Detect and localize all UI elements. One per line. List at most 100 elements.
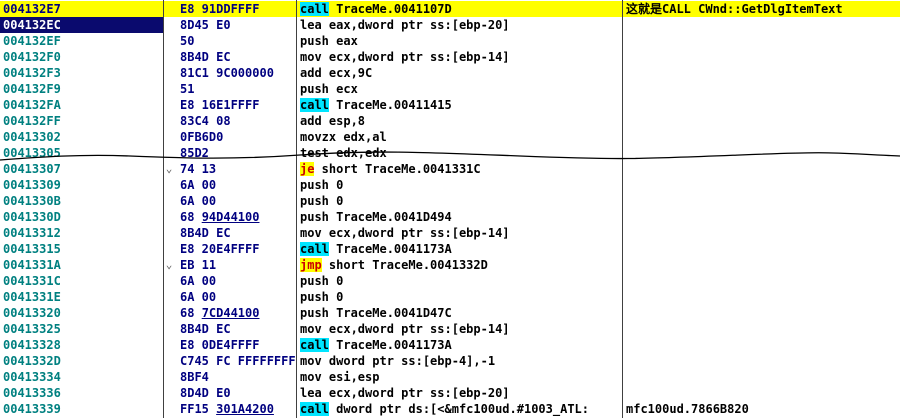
comment-cell[interactable] bbox=[626, 353, 900, 369]
disasm-row[interactable]: 004132F0 8B4D EC mov ecx,dword ptr ss:[ebp… bbox=[0, 49, 900, 65]
disasm-row[interactable]: 0041330D 68 94D44100 push TraceMe.0041D494 bbox=[0, 209, 900, 225]
disasm-row[interactable]: 0041331E 6A 00 push 0 bbox=[0, 289, 900, 305]
instruction-cell[interactable]: add ecx,9C bbox=[300, 65, 620, 81]
disasm-row[interactable]: 0041330B 6A 00 push 0 bbox=[0, 193, 900, 209]
address-cell[interactable]: 00413339 bbox=[3, 401, 158, 417]
hex-bytes-cell[interactable]: E8 20E4FFFF bbox=[180, 241, 298, 257]
hex-bytes-cell[interactable]: 8B4D EC bbox=[180, 49, 298, 65]
address-cell[interactable]: 0041330B bbox=[3, 193, 158, 209]
hex-bytes-cell[interactable]: E8 16E1FFFF bbox=[180, 97, 298, 113]
hex-bytes-cell[interactable]: 6A 00 bbox=[180, 273, 298, 289]
disasm-row[interactable]: 004132F9 51 push ecx bbox=[0, 81, 900, 97]
instruction-cell[interactable]: push ecx bbox=[300, 81, 620, 97]
comment-cell[interactable]: 这就是CALL CWnd::GetDlgItemText bbox=[626, 1, 900, 17]
disasm-row[interactable]: 00413328 E8 0DE4FFFF call TraceMe.0041173A bbox=[0, 337, 900, 353]
disasm-row[interactable]: 00413325 8B4D EC mov ecx,dword ptr ss:[ebp… bbox=[0, 321, 900, 337]
hex-bytes-cell[interactable]: 8B4D EC bbox=[180, 225, 298, 241]
disassembly-pane[interactable]: 004132E7 E8 91DDFFFF call TraceMe.0041107D… bbox=[0, 0, 900, 418]
address-cell[interactable]: 0041331E bbox=[3, 289, 158, 305]
hex-bytes-cell[interactable]: 8B4D EC bbox=[180, 321, 298, 337]
address-cell[interactable]: 0041331A bbox=[3, 257, 158, 273]
address-cell[interactable]: 0041331C bbox=[3, 273, 158, 289]
comment-cell[interactable] bbox=[626, 17, 900, 33]
hex-bytes-cell[interactable]: 83C4 08 bbox=[180, 113, 298, 129]
instruction-cell[interactable]: lea ecx,dword ptr ss:[ebp-20] bbox=[300, 385, 620, 401]
column-separator[interactable] bbox=[622, 0, 623, 418]
hex-bytes-cell[interactable]: 0FB6D0 bbox=[180, 129, 298, 145]
hex-bytes-cell[interactable]: E8 91DDFFFF bbox=[180, 1, 298, 17]
column-separator[interactable] bbox=[296, 0, 297, 418]
comment-cell[interactable] bbox=[626, 177, 900, 193]
hex-bytes-cell[interactable]: 8BF4 bbox=[180, 369, 298, 385]
comment-cell[interactable] bbox=[626, 129, 900, 145]
instruction-cell[interactable]: push 0 bbox=[300, 289, 620, 305]
disasm-row[interactable]: 004132E7 E8 91DDFFFF call TraceMe.0041107D… bbox=[0, 1, 900, 17]
instruction-cell[interactable]: movzx edx,al bbox=[300, 129, 620, 145]
instruction-cell[interactable]: mov ecx,dword ptr ss:[ebp-14] bbox=[300, 225, 620, 241]
hex-bytes-cell[interactable]: EB 11 bbox=[180, 257, 298, 273]
disasm-row[interactable]: 004132EC 8D45 E0 lea eax,dword ptr ss:[ebp… bbox=[0, 17, 900, 33]
comment-cell[interactable] bbox=[626, 209, 900, 225]
address-cell[interactable]: 00413334 bbox=[3, 369, 158, 385]
address-cell[interactable]: 00413315 bbox=[3, 241, 158, 257]
hex-bytes-cell[interactable]: 6A 00 bbox=[180, 289, 298, 305]
instruction-cell[interactable]: call dword ptr ds:[<&mfc100ud.#1003_ATL: bbox=[300, 401, 625, 417]
address-cell[interactable]: 00413320 bbox=[3, 305, 158, 321]
disasm-row[interactable]: 00413302 0FB6D0 movzx edx,al bbox=[0, 129, 900, 145]
comment-cell[interactable] bbox=[626, 257, 900, 273]
disasm-row[interactable]: 0041332D C745 FC FFFFFFFF mov dword ptr ss… bbox=[0, 353, 900, 369]
instruction-cell[interactable]: lea eax,dword ptr ss:[ebp-20] bbox=[300, 17, 620, 33]
instruction-cell[interactable]: mov ecx,dword ptr ss:[ebp-14] bbox=[300, 49, 620, 65]
hex-bytes-cell[interactable]: 51 bbox=[180, 81, 298, 97]
address-cell[interactable]: 00413309 bbox=[3, 177, 158, 193]
hex-bytes-cell[interactable]: 8D45 E0 bbox=[180, 17, 298, 33]
instruction-cell[interactable]: push 0 bbox=[300, 273, 620, 289]
hex-bytes-cell[interactable]: 81C1 9C000000 bbox=[180, 65, 298, 81]
hex-bytes-cell[interactable]: FF15 301A4200 bbox=[180, 401, 298, 417]
hex-bytes-cell[interactable]: 8D4D E0 bbox=[180, 385, 298, 401]
hex-bytes-cell[interactable]: 68 94D44100 bbox=[180, 209, 298, 225]
address-cell[interactable]: 004132FA bbox=[3, 97, 158, 113]
disasm-row[interactable]: 00413339 FF15 301A4200 call dword ptr ds:[… bbox=[0, 401, 900, 417]
comment-cell[interactable] bbox=[626, 321, 900, 337]
comment-cell[interactable] bbox=[626, 193, 900, 209]
instruction-cell[interactable]: push 0 bbox=[300, 193, 620, 209]
disasm-row[interactable]: 0041331A ⌄ EB 11 jmp short TraceMe.0041332D bbox=[0, 257, 900, 273]
address-cell[interactable]: 0041330D bbox=[3, 209, 158, 225]
hex-bytes-cell[interactable]: 6A 00 bbox=[180, 193, 298, 209]
instruction-cell[interactable]: add esp,8 bbox=[300, 113, 620, 129]
disasm-row[interactable]: 00413312 8B4D EC mov ecx,dword ptr ss:[ebp… bbox=[0, 225, 900, 241]
comment-cell[interactable] bbox=[626, 289, 900, 305]
instruction-cell[interactable]: call TraceMe.0041107D bbox=[300, 1, 620, 17]
comment-cell[interactable] bbox=[626, 65, 900, 81]
comment-cell[interactable] bbox=[626, 225, 900, 241]
disasm-row[interactable]: 00413309 6A 00 push 0 bbox=[0, 177, 900, 193]
disasm-row[interactable]: 00413315 E8 20E4FFFF call TraceMe.0041173A bbox=[0, 241, 900, 257]
column-separator[interactable] bbox=[163, 0, 164, 418]
comment-cell[interactable] bbox=[626, 49, 900, 65]
comment-cell[interactable] bbox=[626, 337, 900, 353]
address-cell[interactable]: 00413336 bbox=[3, 385, 158, 401]
disasm-row[interactable]: 00413320 68 7CD44100 push TraceMe.0041D47C bbox=[0, 305, 900, 321]
instruction-cell[interactable]: push TraceMe.0041D47C bbox=[300, 305, 620, 321]
address-cell[interactable]: 00413302 bbox=[3, 129, 158, 145]
instruction-cell[interactable]: mov ecx,dword ptr ss:[ebp-14] bbox=[300, 321, 620, 337]
instruction-cell[interactable]: push TraceMe.0041D494 bbox=[300, 209, 620, 225]
instruction-cell[interactable]: mov dword ptr ss:[ebp-4],-1 bbox=[300, 353, 620, 369]
address-cell[interactable]: 004132EF bbox=[3, 33, 158, 49]
address-cell[interactable]: 004132FF bbox=[3, 113, 158, 129]
disasm-row[interactable]: 00413336 8D4D E0 lea ecx,dword ptr ss:[ebp… bbox=[0, 385, 900, 401]
comment-cell[interactable] bbox=[626, 33, 900, 49]
address-cell[interactable]: 0041332D bbox=[3, 353, 158, 369]
address-cell[interactable]: 00413328 bbox=[3, 337, 158, 353]
instruction-cell[interactable]: push eax bbox=[300, 33, 620, 49]
disasm-row[interactable]: 0041331C 6A 00 push 0 bbox=[0, 273, 900, 289]
instruction-cell[interactable]: call TraceMe.00411415 bbox=[300, 97, 620, 113]
address-cell[interactable]: 004132F0 bbox=[3, 49, 158, 65]
instruction-cell[interactable]: call TraceMe.0041173A bbox=[300, 241, 620, 257]
disasm-row[interactable]: 004132EF 50 push eax bbox=[0, 33, 900, 49]
disasm-row[interactable]: 00413334 8BF4 mov esi,esp bbox=[0, 369, 900, 385]
hex-bytes-cell[interactable]: 6A 00 bbox=[180, 177, 298, 193]
comment-cell[interactable] bbox=[626, 273, 900, 289]
disasm-row[interactable]: 004132FF 83C4 08 add esp,8 bbox=[0, 113, 900, 129]
